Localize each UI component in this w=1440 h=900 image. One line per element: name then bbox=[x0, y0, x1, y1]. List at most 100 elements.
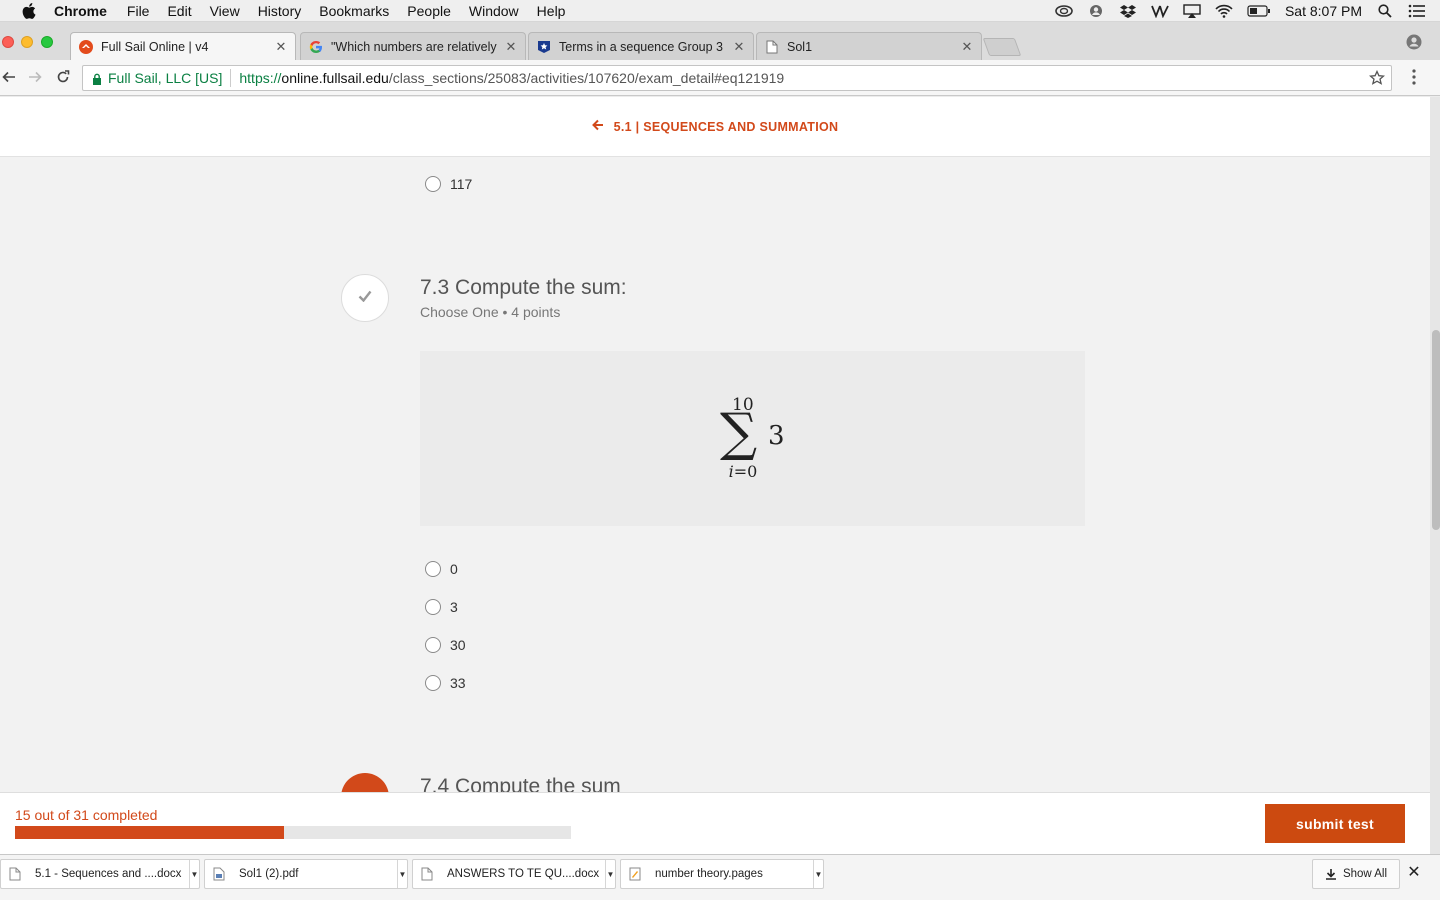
apple-icon[interactable] bbox=[20, 2, 38, 19]
menu-file[interactable]: File bbox=[127, 3, 150, 19]
document-icon bbox=[421, 867, 433, 881]
menu-app-chrome[interactable]: Chrome bbox=[54, 3, 107, 19]
answer-option-1[interactable]: 3 bbox=[425, 597, 458, 617]
download-item[interactable]: ANSWERS TO TE QU....docx ▼ bbox=[412, 859, 616, 889]
menu-bar-clock[interactable]: Sat 8:07 PM bbox=[1285, 3, 1362, 19]
pdf-icon bbox=[213, 867, 225, 881]
download-arrow-icon bbox=[1325, 868, 1337, 880]
back-arrow-icon[interactable] bbox=[0, 68, 18, 86]
omnibox-divider bbox=[230, 69, 232, 87]
answer-option-label: 3 bbox=[450, 599, 458, 615]
back-to-activity-arrow-icon[interactable] bbox=[591, 119, 604, 134]
show-all-label: Show All bbox=[1342, 868, 1388, 880]
menu-history[interactable]: History bbox=[258, 3, 302, 19]
address-bar[interactable]: Full Sail, LLC [US] https://online.fulls… bbox=[82, 65, 1392, 91]
progress-bar-fill bbox=[15, 826, 285, 839]
download-menu-caret-icon[interactable]: ▼ bbox=[189, 860, 199, 888]
download-item[interactable]: number theory.pages ▼ bbox=[620, 859, 824, 889]
url-scheme: https:// bbox=[239, 70, 282, 86]
tab-which-numbers[interactable]: "Which numbers are relatively ✕ bbox=[300, 32, 526, 60]
star-badge-icon bbox=[537, 40, 551, 54]
radio-button[interactable] bbox=[425, 599, 441, 615]
summation-formula: 10 ∑ 3 i=0 bbox=[420, 351, 1085, 526]
answer-option-0[interactable]: 0 bbox=[425, 559, 458, 579]
google-icon bbox=[309, 40, 323, 54]
progress-bar bbox=[15, 826, 571, 839]
radio-button[interactable] bbox=[425, 176, 441, 192]
close-download-shelf-icon[interactable]: ✕ bbox=[1406, 865, 1422, 881]
download-item[interactable]: Sol1 (2).pdf ▼ bbox=[204, 859, 408, 889]
summation-term: 3 bbox=[768, 421, 785, 451]
tab-title: Terms in a sequence Group 3 bbox=[559, 39, 723, 54]
menu-edit[interactable]: Edit bbox=[167, 3, 191, 19]
macos-menu-bar: Chrome File Edit View History Bookmarks … bbox=[0, 0, 1440, 22]
download-menu-caret-icon[interactable]: ▼ bbox=[813, 860, 823, 888]
download-filename: number theory.pages bbox=[655, 868, 763, 880]
reload-icon[interactable] bbox=[54, 68, 72, 86]
radio-button[interactable] bbox=[425, 675, 441, 691]
lock-icon[interactable] bbox=[92, 72, 102, 85]
dropbox-icon[interactable] bbox=[1119, 4, 1137, 18]
page-header: 5.1 | SEQUENCES AND SUMMATION bbox=[0, 97, 1430, 157]
answer-option-label: 33 bbox=[450, 675, 466, 691]
radio-button[interactable] bbox=[425, 637, 441, 653]
tab-full-sail-online[interactable]: Full Sail Online | v4 ✕ bbox=[70, 32, 296, 61]
menu-bookmarks[interactable]: Bookmarks bbox=[319, 3, 389, 19]
checkmark-icon bbox=[358, 289, 372, 307]
download-menu-caret-icon[interactable]: ▼ bbox=[605, 860, 615, 888]
airplay-icon[interactable] bbox=[1183, 4, 1201, 18]
fullsail-icon bbox=[79, 40, 93, 54]
tab-sol1[interactable]: Sol1 ✕ bbox=[756, 32, 982, 60]
download-item[interactable]: 5.1 - Sequences and ....docx ▼ bbox=[0, 859, 200, 889]
show-all-downloads-button[interactable]: Show All bbox=[1312, 859, 1400, 889]
answer-option-label: 117 bbox=[450, 176, 473, 192]
window-zoom-button[interactable] bbox=[41, 36, 53, 48]
notification-center-icon[interactable] bbox=[1408, 4, 1426, 18]
document-icon bbox=[765, 40, 779, 54]
battery-icon[interactable] bbox=[1247, 4, 1271, 18]
spotlight-icon[interactable] bbox=[1376, 4, 1394, 18]
tab-close-icon[interactable]: ✕ bbox=[505, 39, 517, 55]
menu-view[interactable]: View bbox=[210, 3, 240, 19]
browser-toolbar: Full Sail, LLC [US] https://online.fulls… bbox=[0, 60, 1440, 96]
download-filename: ANSWERS TO TE QU....docx bbox=[447, 868, 600, 880]
menu-help[interactable]: Help bbox=[537, 3, 566, 19]
menu-people[interactable]: People bbox=[407, 3, 451, 19]
page-scrollbar-thumb[interactable] bbox=[1432, 330, 1440, 530]
window-minimize-button[interactable] bbox=[21, 36, 33, 48]
document-icon bbox=[9, 867, 21, 881]
vectorworks-icon[interactable] bbox=[1151, 4, 1169, 18]
chrome-menu-icon[interactable] bbox=[1412, 69, 1416, 87]
question-meta: Choose One • 4 points bbox=[420, 304, 561, 320]
creative-cloud-icon[interactable] bbox=[1055, 4, 1073, 18]
tab-terms-in-sequence[interactable]: Terms in a sequence Group 3 ✕ bbox=[528, 32, 754, 60]
url-text[interactable]: https://online.fullsail.edu/class_sectio… bbox=[239, 70, 784, 86]
secure-origin-label[interactable]: Full Sail, LLC [US] bbox=[108, 70, 222, 86]
answer-option[interactable]: 117 bbox=[425, 174, 472, 194]
sigma-symbol: ∑ bbox=[720, 403, 758, 463]
answer-option-3[interactable]: 33 bbox=[425, 673, 466, 693]
download-shelf: 5.1 - Sequences and ....docx ▼ Sol1 (2).… bbox=[0, 854, 1440, 900]
url-host: online.fullsail.edu bbox=[281, 70, 389, 86]
bookmark-star-icon[interactable] bbox=[1368, 69, 1386, 86]
user-sync-icon[interactable] bbox=[1087, 4, 1105, 18]
download-filename: Sol1 (2).pdf bbox=[239, 868, 299, 880]
menu-window[interactable]: Window bbox=[469, 3, 519, 19]
profile-icon[interactable] bbox=[1406, 34, 1422, 50]
window-close-button[interactable] bbox=[2, 36, 14, 48]
download-filename: 5.1 - Sequences and ....docx bbox=[35, 868, 182, 880]
tab-title: Full Sail Online | v4 bbox=[101, 40, 209, 54]
tab-close-icon[interactable]: ✕ bbox=[275, 39, 287, 55]
wifi-icon[interactable] bbox=[1215, 4, 1233, 18]
tab-close-icon[interactable]: ✕ bbox=[733, 39, 745, 55]
breadcrumb-link[interactable]: 5.1 | SEQUENCES AND SUMMATION bbox=[614, 120, 839, 134]
tab-close-icon[interactable]: ✕ bbox=[961, 39, 973, 55]
answer-option-2[interactable]: 30 bbox=[425, 635, 466, 655]
new-tab-button[interactable] bbox=[982, 38, 1022, 56]
submit-test-button[interactable]: submit test bbox=[1265, 804, 1405, 843]
forward-arrow-icon[interactable] bbox=[26, 68, 44, 86]
question-answered-badge bbox=[341, 274, 389, 322]
exam-progress-footer: 15 out of 31 completed submit test bbox=[0, 792, 1430, 854]
radio-button[interactable] bbox=[425, 561, 441, 577]
download-menu-caret-icon[interactable]: ▼ bbox=[397, 860, 407, 888]
